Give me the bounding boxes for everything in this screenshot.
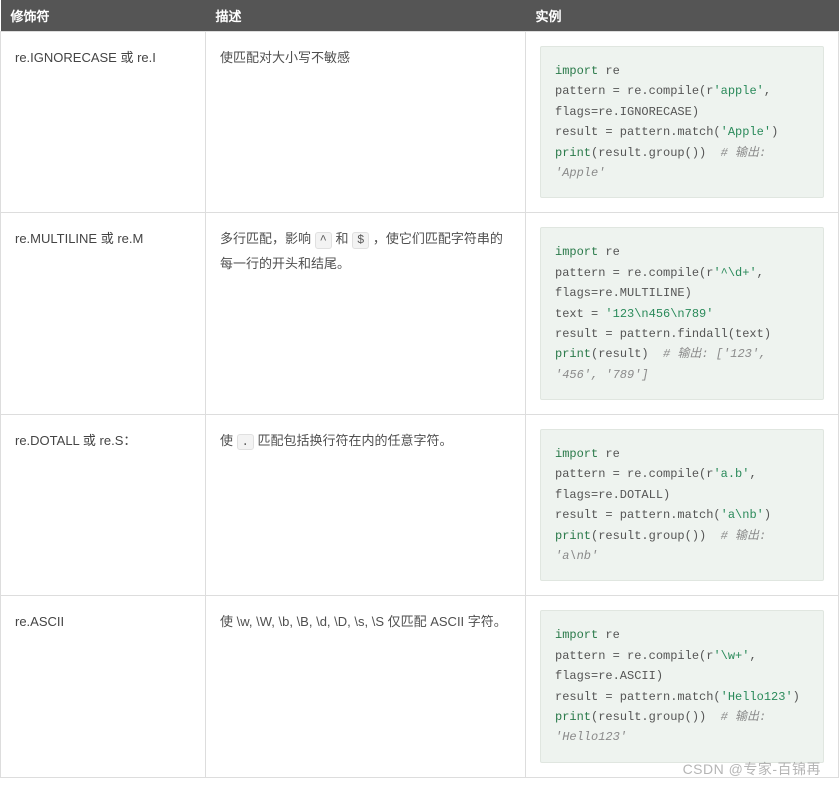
token-keyword: print xyxy=(555,146,591,160)
modifiers-table: 修饰符 描述 实例 re.IGNORECASE 或 re.I 使匹配对大小写不敏感… xyxy=(0,0,839,778)
table-row: re.DOTALL 或 re.S： 使 . 匹配包括换行符在内的任意字符。 impo… xyxy=(1,415,839,596)
token-string: 'apple' xyxy=(713,84,763,98)
cell-modifier: re.DOTALL 或 re.S： xyxy=(1,415,206,596)
cell-modifier: re.IGNORECASE 或 re.I xyxy=(1,32,206,213)
table-body: re.IGNORECASE 或 re.I 使匹配对大小写不敏感 import re … xyxy=(1,32,839,778)
cell-modifier: re.MULTILINE 或 re.M xyxy=(1,213,206,415)
cell-example: import re pattern = re.compile(r'a.b', f… xyxy=(526,415,839,596)
token-string: 'a\nb' xyxy=(721,508,764,522)
inline-code: ^ xyxy=(315,232,332,248)
token-string: '\w+' xyxy=(713,649,749,663)
table-header-row: 修饰符 描述 实例 xyxy=(1,0,839,32)
cell-description: 使匹配对大小写不敏感 xyxy=(206,32,526,213)
cell-description: 使 . 匹配包括换行符在内的任意字符。 xyxy=(206,415,526,596)
code-block: import re pattern = re.compile(r'\w+', f… xyxy=(540,610,824,762)
code-block: import re pattern = re.compile(r'a.b', f… xyxy=(540,429,824,581)
token-string: 'Apple' xyxy=(721,125,771,139)
cell-example: import re pattern = re.compile(r'^\d+', … xyxy=(526,213,839,415)
description-text: 多行匹配，影响 ^ 和 $ ，使它们匹配字符串的每一行的开头和结尾。 xyxy=(220,231,503,271)
cell-description: 多行匹配，影响 ^ 和 $ ，使它们匹配字符串的每一行的开头和结尾。 xyxy=(206,213,526,415)
header-description: 描述 xyxy=(206,0,526,32)
token-keyword: import xyxy=(555,628,598,642)
description-text: 使 . 匹配包括换行符在内的任意字符。 xyxy=(220,433,452,448)
token-keyword: import xyxy=(555,64,598,78)
token-string: 'a.b' xyxy=(713,467,749,481)
description-text: 使 \w, \W, \b, \B, \d, \D, \s, \S 仅匹配 ASC… xyxy=(220,614,507,629)
table-row: re.ASCII 使 \w, \W, \b, \B, \d, \D, \s, \S… xyxy=(1,596,839,777)
token-string: '^\d+' xyxy=(713,266,756,280)
cell-description: 使 \w, \W, \b, \B, \d, \D, \s, \S 仅匹配 ASC… xyxy=(206,596,526,777)
code-block: import re pattern = re.compile(r'apple',… xyxy=(540,46,824,198)
header-modifier: 修饰符 xyxy=(1,0,206,32)
table-row: re.MULTILINE 或 re.M 多行匹配，影响 ^ 和 $ ，使它们匹配字… xyxy=(1,213,839,415)
token-string: '123\n456\n789' xyxy=(605,307,713,321)
cell-example: import re pattern = re.compile(r'\w+', f… xyxy=(526,596,839,777)
table-row: re.IGNORECASE 或 re.I 使匹配对大小写不敏感 import re … xyxy=(1,32,839,213)
token-keyword: print xyxy=(555,347,591,361)
code-block: import re pattern = re.compile(r'^\d+', … xyxy=(540,227,824,400)
header-example: 实例 xyxy=(526,0,839,32)
inline-code: $ xyxy=(352,232,369,248)
inline-code: . xyxy=(237,434,254,450)
token-keyword: print xyxy=(555,710,591,724)
description-text: 使匹配对大小写不敏感 xyxy=(220,50,350,65)
token-keyword: import xyxy=(555,447,598,461)
token-keyword: print xyxy=(555,529,591,543)
cell-example: import re pattern = re.compile(r'apple',… xyxy=(526,32,839,213)
cell-modifier: re.ASCII xyxy=(1,596,206,777)
token-keyword: import xyxy=(555,245,598,259)
token-string: 'Hello123' xyxy=(721,690,793,704)
